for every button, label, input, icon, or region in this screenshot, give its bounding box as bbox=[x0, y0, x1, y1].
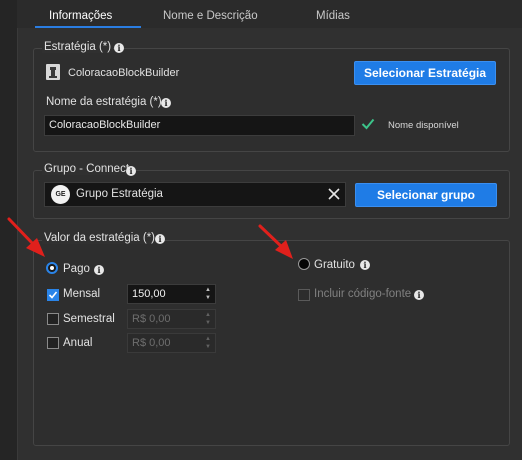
annotation-arrow-free bbox=[258, 224, 293, 259]
annotation-arrows bbox=[7, 217, 293, 259]
annotation-arrow-paid bbox=[7, 217, 45, 257]
